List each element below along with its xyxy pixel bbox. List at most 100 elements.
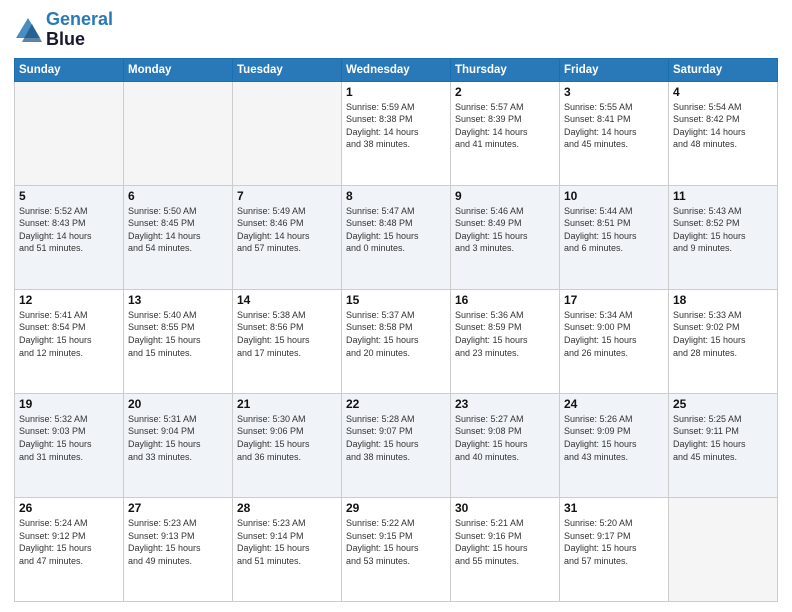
calendar-cell: 30Sunrise: 5:21 AM Sunset: 9:16 PM Dayli… — [451, 497, 560, 601]
day-info: Sunrise: 5:50 AM Sunset: 8:45 PM Dayligh… — [128, 205, 228, 255]
day-number: 5 — [19, 189, 119, 203]
day-number: 27 — [128, 501, 228, 515]
calendar-cell: 27 Sunrise: 5:23 AM Sunset: 9:13 PM Dayli… — [124, 497, 233, 601]
calendar-cell: 12Sunrise: 5:41 AM Sunset: 8:54 PM Dayli… — [15, 289, 124, 393]
col-header-thursday: Thursday — [451, 58, 560, 81]
calendar-cell: 24 Sunrise: 5:26 AM Sunset: 9:09 PM Dayli… — [560, 393, 669, 497]
col-header-monday: Monday — [124, 58, 233, 81]
page: General Blue SundayMondayTuesdayWednesda… — [0, 0, 792, 612]
calendar-cell: 14 Sunrise: 5:38 AM Sunset: 8:56 PM Dayli… — [233, 289, 342, 393]
day-number: 6 — [128, 189, 228, 203]
day-info: Sunrise: 5:23 AM Sunset: 9:13 PM Dayligh… — [128, 517, 228, 567]
day-number: 29 — [346, 501, 446, 515]
calendar-cell: 6 Sunrise: 5:50 AM Sunset: 8:45 PM Daylig… — [124, 185, 233, 289]
day-info: Sunrise: 5:46 AM Sunset: 8:49 PM Dayligh… — [455, 205, 555, 255]
logo: General Blue — [14, 10, 113, 50]
day-info: Sunrise: 5:24 AM Sunset: 9:12 PM Dayligh… — [19, 517, 119, 567]
day-info: Sunrise: 5:20 AM Sunset: 9:17 PM Dayligh… — [564, 517, 664, 567]
day-number: 19 — [19, 397, 119, 411]
day-info: Sunrise: 5:22 AM Sunset: 9:15 PM Dayligh… — [346, 517, 446, 567]
col-header-tuesday: Tuesday — [233, 58, 342, 81]
calendar-week-4: 26 Sunrise: 5:24 AM Sunset: 9:12 PM Dayli… — [15, 497, 778, 601]
day-number: 2 — [455, 85, 555, 99]
day-number: 28 — [237, 501, 337, 515]
calendar-cell: 31Sunrise: 5:20 AM Sunset: 9:17 PM Dayli… — [560, 497, 669, 601]
day-info: Sunrise: 5:36 AM Sunset: 8:59 PM Dayligh… — [455, 309, 555, 359]
calendar-cell: 10 Sunrise: 5:44 AM Sunset: 8:51 PM Dayli… — [560, 185, 669, 289]
calendar-cell: 29 Sunrise: 5:22 AM Sunset: 9:15 PM Dayli… — [342, 497, 451, 601]
calendar-cell: 23Sunrise: 5:27 AM Sunset: 9:08 PM Dayli… — [451, 393, 560, 497]
day-info: Sunrise: 5:27 AM Sunset: 9:08 PM Dayligh… — [455, 413, 555, 463]
day-info: Sunrise: 5:21 AM Sunset: 9:16 PM Dayligh… — [455, 517, 555, 567]
calendar-week-3: 19 Sunrise: 5:32 AM Sunset: 9:03 PM Dayli… — [15, 393, 778, 497]
day-info: Sunrise: 5:26 AM Sunset: 9:09 PM Dayligh… — [564, 413, 664, 463]
day-info: Sunrise: 5:55 AM Sunset: 8:41 PM Dayligh… — [564, 101, 664, 151]
calendar-cell: 3 Sunrise: 5:55 AM Sunset: 8:41 PM Daylig… — [560, 81, 669, 185]
logo-line2: Blue — [46, 30, 113, 50]
day-info: Sunrise: 5:52 AM Sunset: 8:43 PM Dayligh… — [19, 205, 119, 255]
day-number: 9 — [455, 189, 555, 203]
day-info: Sunrise: 5:59 AM Sunset: 8:38 PM Dayligh… — [346, 101, 446, 151]
calendar-cell — [669, 497, 778, 601]
day-number: 18 — [673, 293, 773, 307]
day-info: Sunrise: 5:25 AM Sunset: 9:11 PM Dayligh… — [673, 413, 773, 463]
day-info: Sunrise: 5:43 AM Sunset: 8:52 PM Dayligh… — [673, 205, 773, 255]
calendar-cell: 18 Sunrise: 5:33 AM Sunset: 9:02 PM Dayli… — [669, 289, 778, 393]
day-info: Sunrise: 5:44 AM Sunset: 8:51 PM Dayligh… — [564, 205, 664, 255]
day-number: 11 — [673, 189, 773, 203]
calendar-cell: 19 Sunrise: 5:32 AM Sunset: 9:03 PM Dayli… — [15, 393, 124, 497]
day-number: 25 — [673, 397, 773, 411]
calendar-week-1: 5 Sunrise: 5:52 AM Sunset: 8:43 PM Daylig… — [15, 185, 778, 289]
calendar-cell: 7Sunrise: 5:49 AM Sunset: 8:46 PM Daylig… — [233, 185, 342, 289]
calendar-cell — [15, 81, 124, 185]
day-info: Sunrise: 5:31 AM Sunset: 9:04 PM Dayligh… — [128, 413, 228, 463]
calendar-cell: 4Sunrise: 5:54 AM Sunset: 8:42 PM Daylig… — [669, 81, 778, 185]
calendar-cell: 22Sunrise: 5:28 AM Sunset: 9:07 PM Dayli… — [342, 393, 451, 497]
calendar-cell: 17Sunrise: 5:34 AM Sunset: 9:00 PM Dayli… — [560, 289, 669, 393]
day-info: Sunrise: 5:57 AM Sunset: 8:39 PM Dayligh… — [455, 101, 555, 151]
day-info: Sunrise: 5:40 AM Sunset: 8:55 PM Dayligh… — [128, 309, 228, 359]
calendar-cell: 28 Sunrise: 5:23 AM Sunset: 9:14 PM Dayli… — [233, 497, 342, 601]
calendar-cell — [233, 81, 342, 185]
logo-line1: General — [46, 10, 113, 30]
day-number: 24 — [564, 397, 664, 411]
calendar-week-2: 12Sunrise: 5:41 AM Sunset: 8:54 PM Dayli… — [15, 289, 778, 393]
day-number: 15 — [346, 293, 446, 307]
day-number: 14 — [237, 293, 337, 307]
calendar-cell: 25 Sunrise: 5:25 AM Sunset: 9:11 PM Dayli… — [669, 393, 778, 497]
calendar-cell: 2 Sunrise: 5:57 AM Sunset: 8:39 PM Daylig… — [451, 81, 560, 185]
day-info: Sunrise: 5:32 AM Sunset: 9:03 PM Dayligh… — [19, 413, 119, 463]
day-number: 20 — [128, 397, 228, 411]
day-info: Sunrise: 5:34 AM Sunset: 9:00 PM Dayligh… — [564, 309, 664, 359]
calendar-cell: 9 Sunrise: 5:46 AM Sunset: 8:49 PM Daylig… — [451, 185, 560, 289]
day-number: 10 — [564, 189, 664, 203]
logo-icon — [14, 16, 42, 44]
day-info: Sunrise: 5:47 AM Sunset: 8:48 PM Dayligh… — [346, 205, 446, 255]
day-info: Sunrise: 5:30 AM Sunset: 9:06 PM Dayligh… — [237, 413, 337, 463]
calendar-week-0: 1 Sunrise: 5:59 AM Sunset: 8:38 PM Daylig… — [15, 81, 778, 185]
day-number: 16 — [455, 293, 555, 307]
calendar-cell: 11 Sunrise: 5:43 AM Sunset: 8:52 PM Dayli… — [669, 185, 778, 289]
day-number: 1 — [346, 85, 446, 99]
day-info: Sunrise: 5:23 AM Sunset: 9:14 PM Dayligh… — [237, 517, 337, 567]
col-header-friday: Friday — [560, 58, 669, 81]
col-header-sunday: Sunday — [15, 58, 124, 81]
day-number: 26 — [19, 501, 119, 515]
calendar-cell: 20 Sunrise: 5:31 AM Sunset: 9:04 PM Dayli… — [124, 393, 233, 497]
day-info: Sunrise: 5:38 AM Sunset: 8:56 PM Dayligh… — [237, 309, 337, 359]
calendar-cell: 21 Sunrise: 5:30 AM Sunset: 9:06 PM Dayli… — [233, 393, 342, 497]
day-info: Sunrise: 5:41 AM Sunset: 8:54 PM Dayligh… — [19, 309, 119, 359]
calendar-table: SundayMondayTuesdayWednesdayThursdayFrid… — [14, 58, 778, 602]
day-info: Sunrise: 5:33 AM Sunset: 9:02 PM Dayligh… — [673, 309, 773, 359]
day-number: 3 — [564, 85, 664, 99]
col-header-wednesday: Wednesday — [342, 58, 451, 81]
logo-text: General Blue — [46, 10, 113, 50]
day-number: 21 — [237, 397, 337, 411]
calendar-cell — [124, 81, 233, 185]
col-header-saturday: Saturday — [669, 58, 778, 81]
day-number: 8 — [346, 189, 446, 203]
calendar-cell: 8 Sunrise: 5:47 AM Sunset: 8:48 PM Daylig… — [342, 185, 451, 289]
calendar-cell: 1 Sunrise: 5:59 AM Sunset: 8:38 PM Daylig… — [342, 81, 451, 185]
day-info: Sunrise: 5:28 AM Sunset: 9:07 PM Dayligh… — [346, 413, 446, 463]
calendar-cell: 15Sunrise: 5:37 AM Sunset: 8:58 PM Dayli… — [342, 289, 451, 393]
